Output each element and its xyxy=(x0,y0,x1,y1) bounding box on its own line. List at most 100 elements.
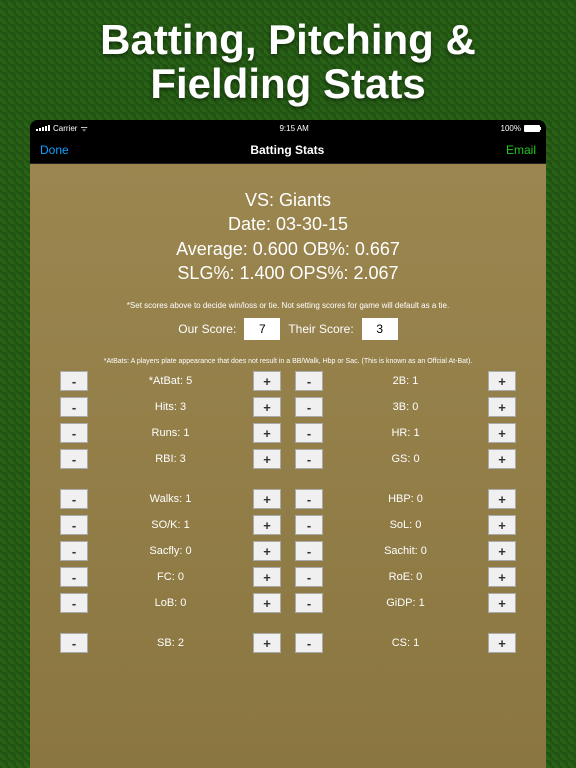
stat-label: HR: 1 xyxy=(323,427,488,439)
stat-row: -Sacfly: 0+-Sachit: 0+ xyxy=(60,541,516,561)
clock: 9:15 AM xyxy=(279,124,308,133)
stat-label: Walks: 1 xyxy=(88,493,253,505)
their-score-input[interactable]: 3 xyxy=(362,318,398,340)
minus-button[interactable]: - xyxy=(295,593,323,613)
minus-button[interactable]: - xyxy=(295,633,323,653)
score-row: Our Score: 7 Their Score: 3 xyxy=(40,318,536,340)
stat-label: 2B: 1 xyxy=(323,375,488,387)
stat-cell: -*AtBat: 5+ xyxy=(60,371,281,391)
minus-button[interactable]: - xyxy=(60,397,88,417)
plus-button[interactable]: + xyxy=(253,593,281,613)
minus-button[interactable]: - xyxy=(295,515,323,535)
header-stats: VS: Giants Date: 03-30-15 Average: 0.600… xyxy=(40,188,536,285)
stat-cell: -SO/K: 1+ xyxy=(60,515,281,535)
plus-button[interactable]: + xyxy=(488,633,516,653)
plus-button[interactable]: + xyxy=(253,449,281,469)
hero-line1: Batting, Pitching & xyxy=(0,18,576,62)
vs-label: VS: Giants xyxy=(40,188,536,212)
plus-button[interactable]: + xyxy=(253,423,281,443)
hero-line2: Fielding Stats xyxy=(0,62,576,106)
plus-button[interactable]: + xyxy=(488,371,516,391)
stat-row: -Hits: 3+-3B: 0+ xyxy=(60,397,516,417)
plus-button[interactable]: + xyxy=(253,633,281,653)
stat-cell: -FC: 0+ xyxy=(60,567,281,587)
plus-button[interactable]: + xyxy=(488,489,516,509)
stat-row: -*AtBat: 5+-2B: 1+ xyxy=(60,371,516,391)
nav-bar: Done Batting Stats Email xyxy=(30,136,546,164)
stat-cell: -RoE: 0+ xyxy=(295,567,516,587)
stat-label: 3B: 0 xyxy=(323,401,488,413)
stat-label: Runs: 1 xyxy=(88,427,253,439)
stat-cell: -SoL: 0+ xyxy=(295,515,516,535)
minus-button[interactable]: - xyxy=(295,567,323,587)
minus-button[interactable]: - xyxy=(295,449,323,469)
plus-button[interactable]: + xyxy=(488,515,516,535)
wifi-icon: ᯤ xyxy=(80,123,87,134)
stat-cell: -GiDP: 1+ xyxy=(295,593,516,613)
stat-cell: -LoB: 0+ xyxy=(60,593,281,613)
atbats-note: *AtBats: A players plate appearance that… xyxy=(40,358,536,365)
minus-button[interactable]: - xyxy=(60,593,88,613)
stat-cell: -Walks: 1+ xyxy=(60,489,281,509)
minus-button[interactable]: - xyxy=(295,489,323,509)
stat-label: LoB: 0 xyxy=(88,597,253,609)
plus-button[interactable]: + xyxy=(488,593,516,613)
plus-button[interactable]: + xyxy=(253,397,281,417)
stat-label: HBP: 0 xyxy=(323,493,488,505)
minus-button[interactable]: - xyxy=(295,397,323,417)
minus-button[interactable]: - xyxy=(295,423,323,443)
stat-label: RoE: 0 xyxy=(323,571,488,583)
stat-row: -SO/K: 1+ -SoL: 0+ xyxy=(60,515,516,535)
stat-row: -LoB: 0+-GiDP: 1+ xyxy=(60,593,516,613)
plus-button[interactable]: + xyxy=(488,423,516,443)
battery-pct: 100% xyxy=(501,124,521,133)
stat-row: -Walks: 1+-HBP: 0+ xyxy=(60,489,516,509)
plus-button[interactable]: + xyxy=(488,567,516,587)
minus-button[interactable]: - xyxy=(295,371,323,391)
done-button[interactable]: Done xyxy=(40,143,69,157)
minus-button[interactable]: - xyxy=(60,567,88,587)
stat-cell: -Sacfly: 0+ xyxy=(60,541,281,561)
their-score-label: Their Score: xyxy=(288,322,353,336)
minus-button[interactable]: - xyxy=(60,371,88,391)
plus-button[interactable]: + xyxy=(488,449,516,469)
stat-label: Sacfly: 0 xyxy=(88,545,253,557)
stat-label: Sachit: 0 xyxy=(323,545,488,557)
our-score-input[interactable]: 7 xyxy=(244,318,280,340)
stat-label: FC: 0 xyxy=(88,571,253,583)
stat-label: SB: 2 xyxy=(88,637,253,649)
hero-title: Batting, Pitching & Fielding Stats xyxy=(0,0,576,118)
minus-button[interactable]: - xyxy=(295,541,323,561)
email-button[interactable]: Email xyxy=(506,143,536,157)
status-bar: Carrier ᯤ 9:15 AM 100% xyxy=(30,120,546,136)
stat-cell: -HBP: 0+ xyxy=(295,489,516,509)
minus-button[interactable]: - xyxy=(60,633,88,653)
device-frame: Carrier ᯤ 9:15 AM 100% Done Batting Stat… xyxy=(30,120,546,768)
plus-button[interactable]: + xyxy=(253,489,281,509)
minus-button[interactable]: - xyxy=(60,489,88,509)
stat-cell: -3B: 0+ xyxy=(295,397,516,417)
stat-label: RBI: 3 xyxy=(88,453,253,465)
minus-button[interactable]: - xyxy=(60,541,88,561)
plus-button[interactable]: + xyxy=(488,541,516,561)
score-note: *Set scores above to decide win/loss or … xyxy=(40,301,536,310)
minus-button[interactable]: - xyxy=(60,515,88,535)
stat-label: GiDP: 1 xyxy=(323,597,488,609)
stat-row: -RBI: 3+-GS: 0+ xyxy=(60,449,516,469)
plus-button[interactable]: + xyxy=(253,541,281,561)
minus-button[interactable]: - xyxy=(60,449,88,469)
plus-button[interactable]: + xyxy=(253,567,281,587)
stat-row: -Runs: 1+-HR: 1+ xyxy=(60,423,516,443)
plus-button[interactable]: + xyxy=(253,371,281,391)
page-title: Batting Stats xyxy=(250,143,324,157)
signal-icon xyxy=(36,125,50,131)
minus-button[interactable]: - xyxy=(60,423,88,443)
plus-button[interactable]: + xyxy=(253,515,281,535)
stat-label: GS: 0 xyxy=(323,453,488,465)
avg-label: Average: 0.600 OB%: 0.667 xyxy=(40,237,536,261)
stats-grid: -*AtBat: 5+-2B: 1+-Hits: 3+-3B: 0+-Runs:… xyxy=(40,371,536,653)
stat-label: CS: 1 xyxy=(323,637,488,649)
stat-cell: -SB: 2+ xyxy=(60,633,281,653)
plus-button[interactable]: + xyxy=(488,397,516,417)
stat-row: -SB: 2+-CS: 1+ xyxy=(60,633,516,653)
